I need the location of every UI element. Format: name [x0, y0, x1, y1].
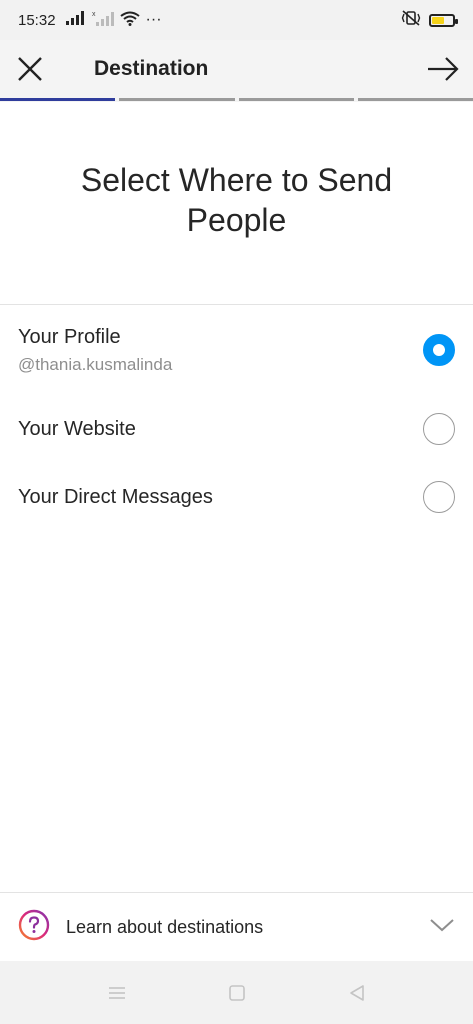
battery-fill — [432, 16, 444, 24]
radio-your-direct-messages[interactable] — [423, 481, 455, 513]
footer-label: Learn about destinations — [66, 916, 264, 937]
status-bar: 15:32 x ··· — [0, 0, 473, 40]
system-nav-bar — [0, 961, 473, 1024]
svg-text:x: x — [92, 11, 96, 18]
option-sublabel: @thania.kusmalinda — [18, 354, 173, 374]
radio-your-profile[interactable] — [423, 334, 455, 366]
menu-icon — [108, 986, 125, 999]
radio-your-website[interactable] — [423, 413, 455, 445]
battery-icon — [429, 13, 458, 27]
chevron-down-icon[interactable] — [429, 917, 455, 938]
back-nav-button[interactable] — [342, 978, 372, 1008]
option-label: Your Website — [18, 417, 136, 440]
wifi-icon — [119, 11, 140, 30]
close-button[interactable] — [0, 40, 60, 98]
section-heading: Select Where to Send People — [80, 162, 393, 238]
status-time: 15:32 — [18, 11, 56, 29]
menu-nav-button[interactable] — [102, 978, 132, 1008]
option-your-website[interactable]: Your Website — [0, 411, 473, 447]
signal-icon — [65, 11, 86, 29]
step-progress — [0, 98, 473, 102]
arrow-right-icon — [428, 57, 459, 81]
overflow-dots: ··· — [145, 11, 162, 28]
progress-step-3 — [238, 98, 354, 101]
close-icon — [18, 57, 42, 81]
status-icons-right — [401, 10, 458, 30]
option-texts: Your Profile @thania.kusmalinda — [18, 326, 423, 375]
option-label: Your Direct Messages — [18, 485, 213, 508]
progress-step-2 — [119, 98, 235, 101]
top-app-bar: Destination — [0, 40, 473, 98]
back-triangle-icon — [349, 984, 364, 1001]
vibrate-icon — [401, 10, 421, 30]
signal-no-service-icon: x — [92, 10, 114, 30]
home-nav-button[interactable] — [222, 978, 252, 1008]
status-icons-left: x ··· — [65, 10, 162, 30]
page-title: Destination — [94, 57, 209, 80]
option-texts: Your Direct Messages — [18, 486, 423, 509]
option-texts: Your Website — [18, 418, 423, 441]
radio-dot — [433, 344, 445, 356]
option-your-direct-messages[interactable]: Your Direct Messages — [0, 479, 473, 515]
learn-about-destinations-row[interactable]: Learn about destinations — [0, 893, 473, 961]
option-label: Your Profile — [18, 325, 121, 348]
screen: 15:32 x ··· Destination Select Where to … — [0, 0, 473, 1024]
next-button[interactable] — [413, 40, 473, 98]
progress-step-1 — [0, 98, 116, 101]
progress-step-4 — [357, 98, 473, 101]
divider — [0, 304, 473, 305]
home-square-icon — [228, 984, 245, 1001]
help-circle-icon — [18, 909, 50, 946]
option-your-profile[interactable]: Your Profile @thania.kusmalinda — [0, 322, 473, 378]
